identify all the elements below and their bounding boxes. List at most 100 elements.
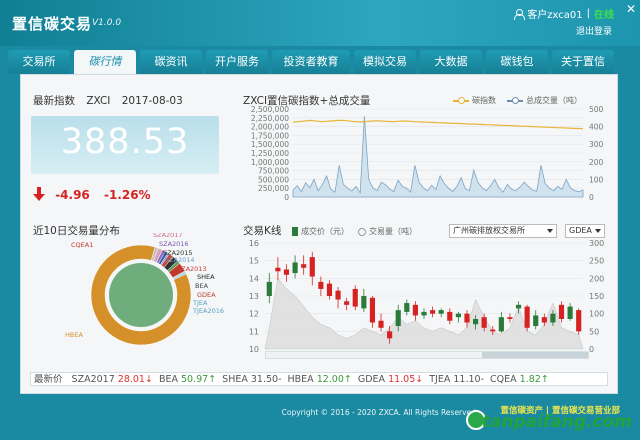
ticker-arrow-icon: ↓ [144, 374, 153, 385]
candle-body [507, 317, 513, 319]
y-left-tick: 500,000 [258, 175, 289, 184]
index-change-percent: -1.26% [103, 188, 151, 202]
chevron-down-icon [595, 229, 601, 233]
donut-label: SZA2017 [153, 233, 183, 239]
close-icon[interactable]: ✕ [626, 2, 636, 16]
ticker-code: GDEA [357, 374, 389, 385]
exchange-select-value: 广州碳排放权交易所 [453, 226, 525, 235]
candle-body [464, 313, 470, 323]
ticker-price: 12.00 [316, 374, 344, 385]
tab-about[interactable]: 关于置信 [552, 50, 614, 74]
main-content: 最新指数 ZXCI 2017-08-03 388.53 -4.96 -1.26%… [20, 74, 618, 394]
chevron-down-icon [547, 229, 553, 233]
user-separator: | [586, 8, 590, 19]
candle-body [378, 320, 384, 328]
index-change: -4.96 -1.26% [33, 187, 151, 202]
tab-exchange[interactable]: 交易所 [8, 50, 70, 74]
candle-body [576, 310, 582, 332]
candle-body [421, 311, 427, 316]
tab-carbon-news[interactable]: 碳资讯 [140, 50, 202, 74]
tab-investor-education[interactable]: 投资者教育 [272, 50, 350, 74]
ticker-arrow-icon: ↑ [343, 374, 352, 385]
ticker-code: HBEA [287, 374, 317, 385]
ticker-code: TJEA [429, 374, 454, 385]
ticker-item: TJEA 11.10- [429, 374, 484, 385]
candle-body [387, 331, 393, 339]
candle-body [524, 306, 530, 328]
ticker-price: 31.50 [250, 374, 279, 385]
candle-body [481, 317, 487, 328]
y-right-tick: 250 [589, 257, 604, 266]
y-left-tick: 1,500,000 [251, 140, 289, 149]
y-left-tick: 16 [249, 239, 259, 248]
index-value-box: 388.53 [31, 116, 219, 174]
donut-label: SZA2016 [159, 240, 189, 248]
ticker-label: 最新价 [34, 374, 63, 385]
y-left-tick: 13 [249, 292, 259, 301]
y-left-tick: 2,500,000 [251, 105, 289, 114]
legend-volume-radio[interactable] [358, 227, 366, 236]
donut-label: CQEA1 [71, 241, 93, 249]
y-left-tick: 15 [249, 257, 259, 266]
watermark-text: tanpaifang.com [481, 412, 632, 432]
latest-index-code: ZXCI [86, 95, 111, 107]
ticker-item: SZA2017 28.01↓ [72, 374, 153, 385]
tab-account-service[interactable]: 开户服务 [206, 50, 268, 74]
ticker-price: 28.01 [117, 374, 145, 385]
logout-link[interactable]: 退出登录 [576, 24, 612, 37]
y-right-tick: 300 [589, 140, 604, 149]
ticker-code: BEA [158, 374, 181, 385]
y-left-tick: 10 [249, 345, 259, 354]
ticker-item: BEA 50.97↑ [159, 374, 216, 385]
legend-volume-swatch [507, 96, 523, 104]
kline-chart: 10 11 12 13 14 15 16 0 50 100 150 200 250 300 [249, 239, 604, 354]
tab-big-data[interactable]: 大数据 [420, 50, 482, 74]
candle-body [395, 310, 401, 327]
user-area: 客户zxca01 | 在线 [514, 6, 614, 21]
y-right-tick: 300 [589, 239, 604, 248]
kline-scrollbar-thumb[interactable] [482, 352, 588, 358]
tab-carbon-market[interactable]: 碳行情 [74, 50, 136, 74]
donut-label: TJEA2016 [192, 307, 224, 315]
price-ticker: 最新价 SZA2017 28.01↓ BEA 50.97↑ SHEA 31.50- H… [30, 372, 608, 386]
candle-body [318, 281, 324, 289]
exchange-select[interactable]: 广州碳排放权交易所 [449, 224, 557, 238]
candle-body [352, 288, 358, 307]
candle-body [550, 313, 556, 323]
ticker-arrow-icon: ↑ [208, 374, 217, 385]
tab-carbon-wallet[interactable]: 碳钱包 [486, 50, 548, 74]
y-left-tick: 750,000 [258, 167, 289, 176]
y-right-tick: 150 [589, 292, 604, 301]
y-left-tick: 2,250,000 [251, 114, 289, 123]
candle-body [412, 304, 418, 316]
y-left-tick: 2,000,000 [251, 123, 289, 132]
donut-label: SZA2013 [177, 265, 207, 273]
ticker-arrow-icon: - [278, 374, 282, 385]
candle-body [326, 283, 333, 296]
user-icon [514, 8, 526, 20]
app-version: V1.0.0 [92, 18, 122, 28]
latest-index-date: 2017-08-03 [121, 95, 183, 107]
code-select[interactable]: GDEA [565, 224, 605, 238]
y-right-tick: 500 [589, 105, 604, 114]
main-tabs: 交易所 碳行情 碳资讯 开户服务 投资者教育 模拟交易 大数据 碳钱包 关于置信 [8, 50, 614, 74]
kline-scrollbar[interactable] [265, 351, 589, 359]
tab-simulated-trading[interactable]: 模拟交易 [354, 50, 416, 74]
ticker-code: SZA2017 [71, 374, 118, 385]
candle-body [283, 269, 290, 275]
index-change-value: -4.96 [55, 188, 90, 202]
y-left-tick: 1,750,000 [251, 131, 289, 140]
donut-inner [109, 263, 173, 327]
donut-label: HBEA [65, 331, 83, 339]
arrow-down-icon [33, 187, 45, 201]
ticker-item: HBEA 12.00↑ [288, 374, 352, 385]
candle-body [490, 329, 496, 332]
y-left-tick: 14 [249, 274, 259, 283]
y-right-tick: 0 [589, 193, 594, 202]
y-right-tick: 0 [589, 345, 594, 354]
candle-body [369, 297, 376, 323]
candle-body [430, 310, 436, 314]
ticker-price: 11.10 [453, 374, 481, 385]
donut-label: SHEA [197, 273, 215, 281]
y-left-tick: 1,250,000 [251, 149, 289, 158]
